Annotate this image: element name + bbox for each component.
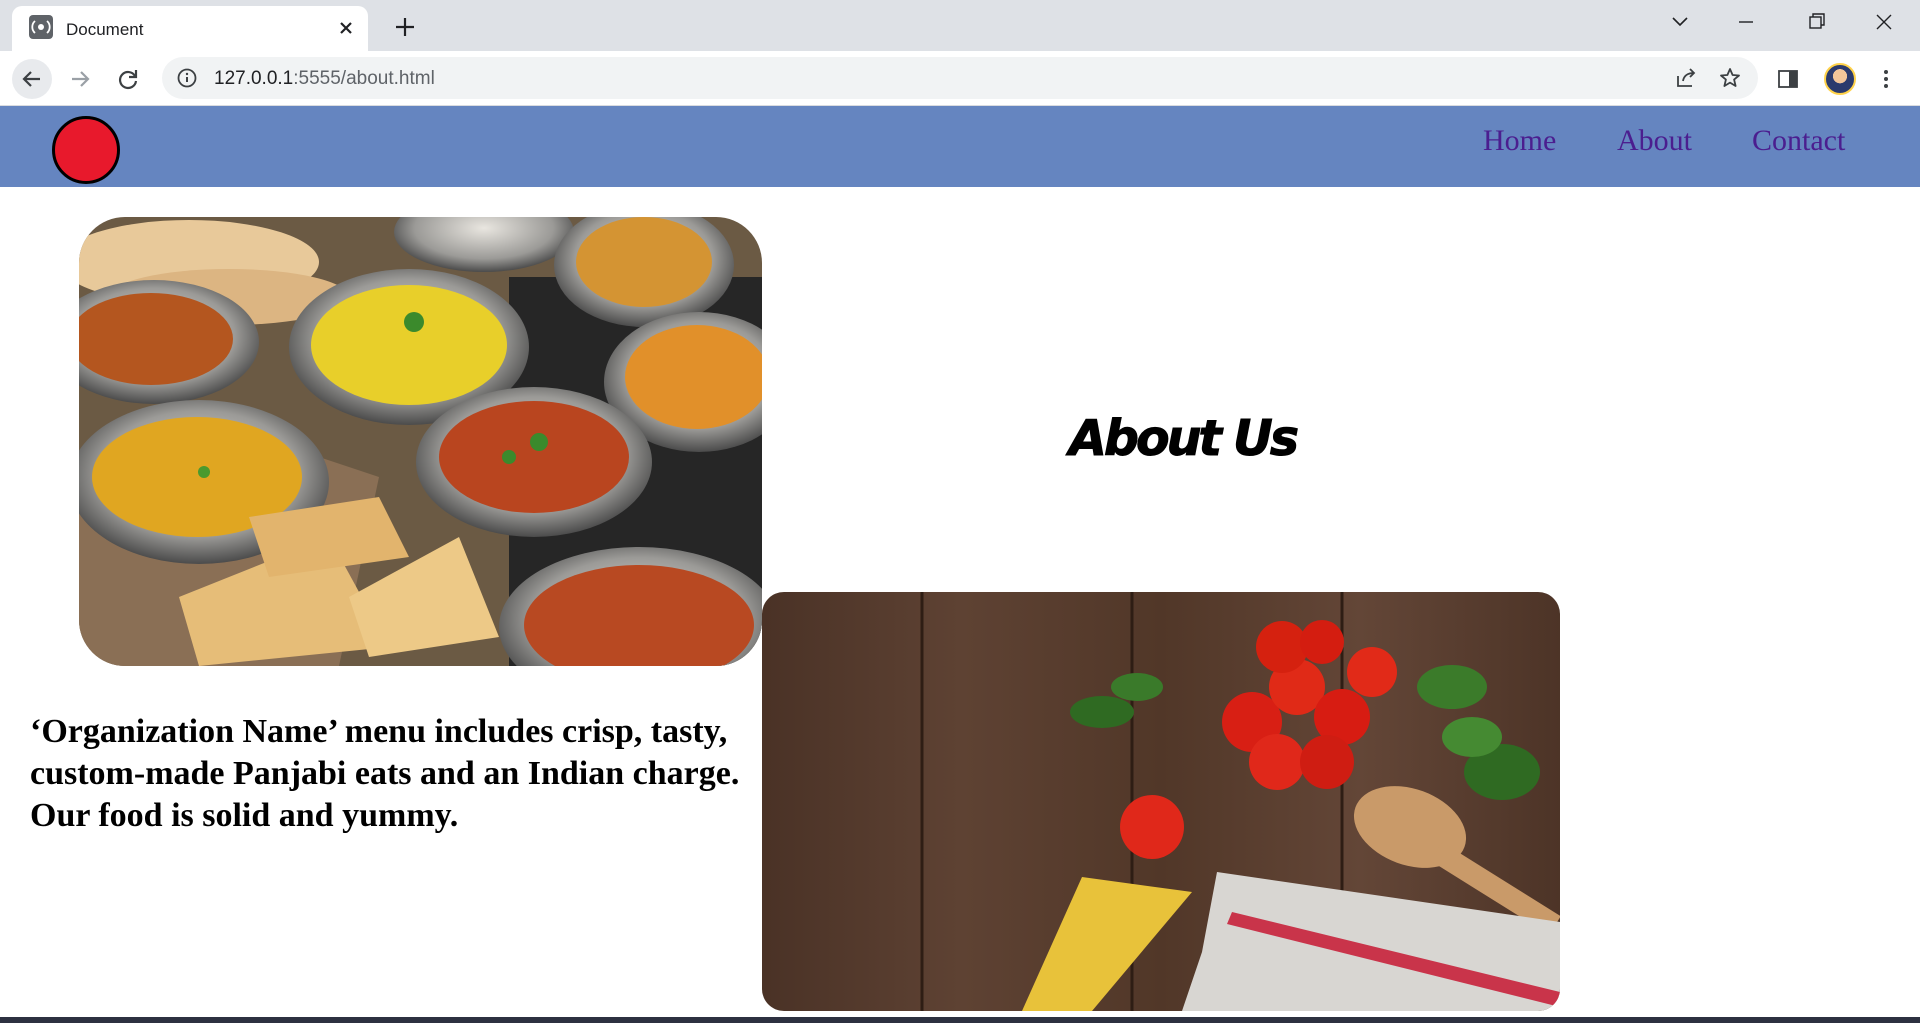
restore-icon[interactable] — [1788, 0, 1844, 44]
indian-food-image — [79, 217, 762, 666]
plus-icon[interactable] — [388, 10, 422, 44]
chevron-down-icon[interactable] — [1652, 0, 1708, 44]
page-title: About Us — [1069, 410, 1300, 468]
url-text[interactable]: 127.0.0.1:5555/about.html — [214, 68, 435, 90]
browser-toolbar: 127.0.0.1:5555/about.html — [0, 51, 1920, 106]
forward-arrow-icon[interactable] — [60, 59, 100, 99]
tab-favicon-icon — [29, 15, 53, 39]
ingredients-image — [762, 592, 1560, 1011]
info-icon[interactable] — [176, 67, 198, 89]
url-host: 127.0.0.1 — [214, 68, 294, 89]
tab-title: Document — [66, 20, 144, 39]
close-icon[interactable] — [332, 14, 360, 42]
about-description: ‘Organization Name’ menu includes crisp,… — [30, 713, 740, 834]
logo[interactable] — [52, 116, 120, 184]
nav-about-link[interactable]: About — [1617, 124, 1692, 158]
window-close-icon[interactable] — [1856, 0, 1912, 44]
minimize-icon[interactable] — [1718, 0, 1774, 44]
nav-home-link[interactable]: Home — [1483, 124, 1556, 158]
profile-avatar[interactable] — [1824, 63, 1856, 95]
browser-tabstrip: Document — [0, 0, 1920, 51]
address-bar[interactable]: 127.0.0.1:5555/about.html — [162, 57, 1758, 99]
browser-tab[interactable]: Document — [12, 6, 368, 51]
star-icon[interactable] — [1718, 66, 1742, 90]
site-header: Home About Contact — [0, 106, 1920, 187]
back-arrow-icon[interactable] — [12, 59, 52, 99]
reload-icon[interactable] — [108, 59, 148, 99]
share-icon[interactable] — [1674, 66, 1698, 90]
taskbar-edge — [0, 1017, 1920, 1023]
kebab-menu-icon[interactable] — [1874, 65, 1898, 93]
nav-contact-link[interactable]: Contact — [1752, 124, 1845, 158]
url-path: :5555/about.html — [293, 68, 435, 89]
side-panel-icon[interactable] — [1776, 67, 1800, 91]
